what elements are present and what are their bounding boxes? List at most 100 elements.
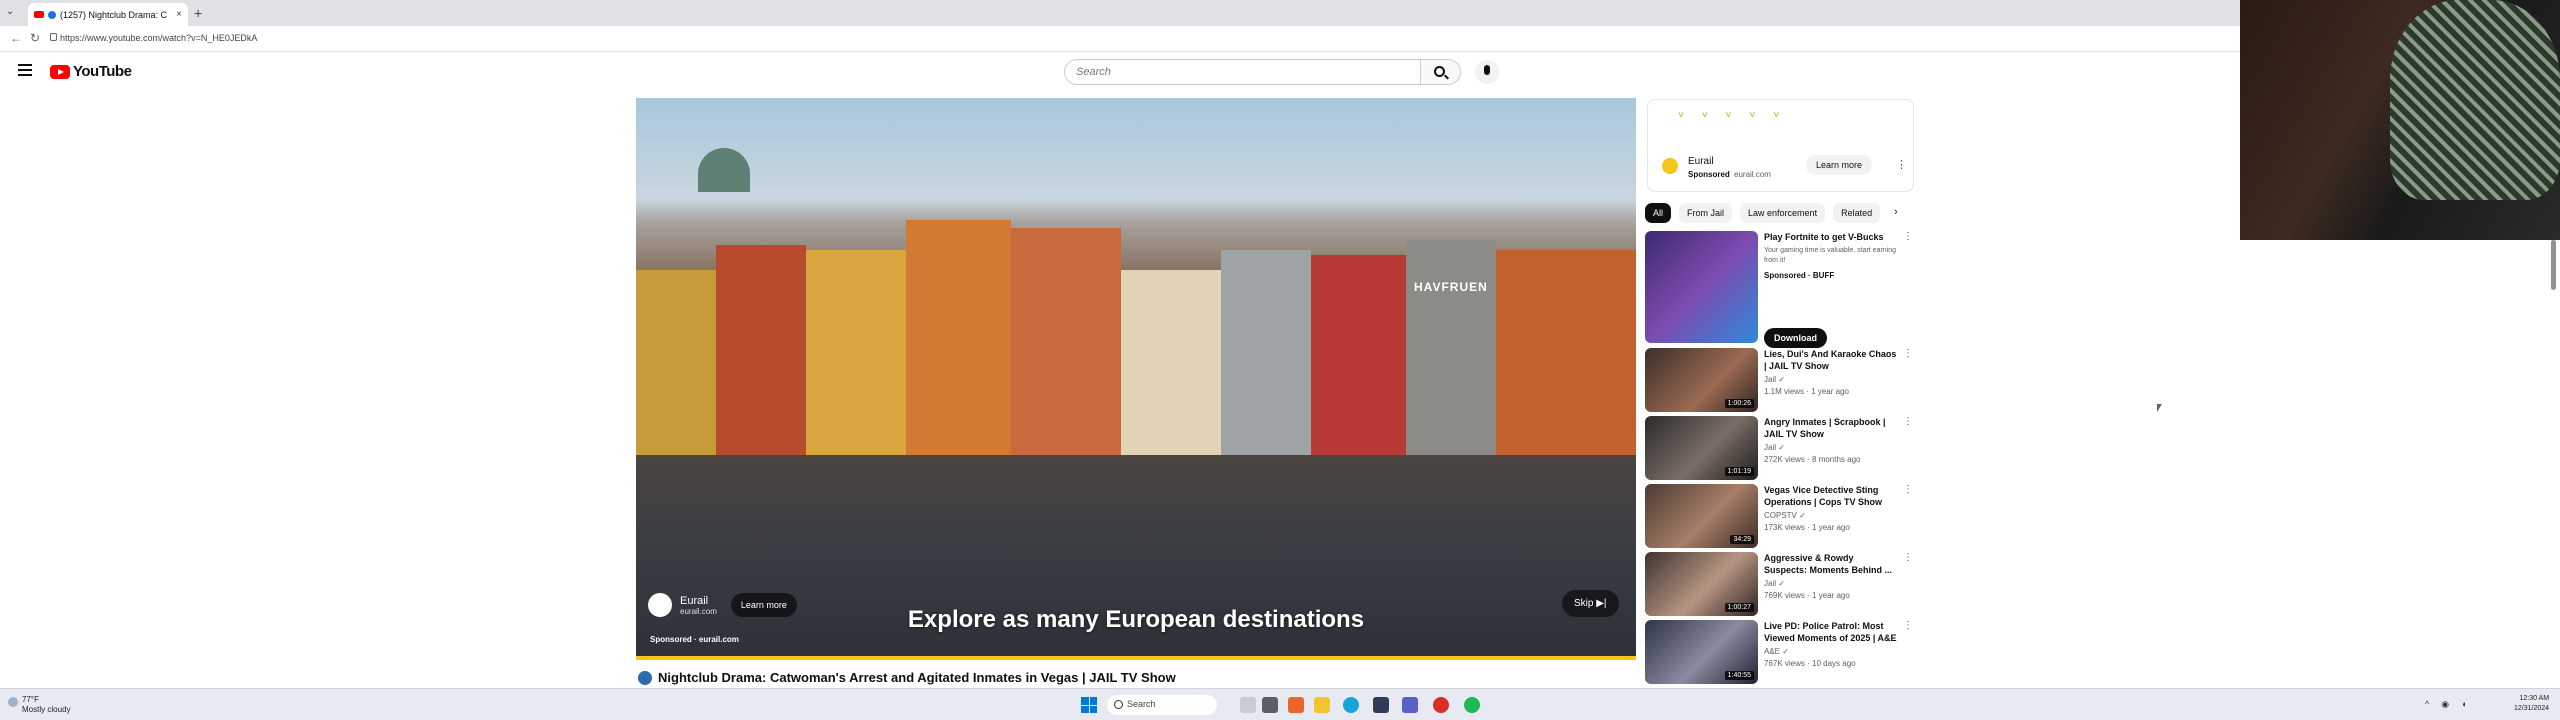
sponsored-label: Sponsored · eurail.com: [650, 635, 739, 644]
task-view-icon[interactable]: [1240, 697, 1256, 713]
channel-avatar-icon[interactable]: [638, 670, 652, 685]
tab-menu-chevron-icon[interactable]: ⌄: [6, 6, 14, 17]
list-item[interactable]: 1:01:19 Angry Inmates | Scrapbook | JAIL…: [1645, 416, 1915, 481]
video-thumbnail[interactable]: 1:00:27: [1645, 552, 1758, 616]
teams-icon[interactable]: [1402, 697, 1418, 713]
scrollbar-thumb[interactable]: [2551, 240, 2556, 290]
video-thumbnail[interactable]: 1:40:55: [1645, 620, 1758, 684]
list-item[interactable]: 1:00:26 Lies, Dui's And Karaoke Chaos | …: [1645, 348, 1915, 413]
widgets-icon[interactable]: [1262, 697, 1278, 713]
spotify-icon[interactable]: [1464, 697, 1480, 713]
video-title[interactable]: Aggressive & Rowdy Suspects: Moments Beh…: [1764, 552, 1899, 576]
duration-badge: 1:40:55: [1724, 671, 1754, 680]
side-ad-sponsored: Sponsored: [1688, 170, 1730, 179]
duration-badge: 1:01:19: [1724, 467, 1754, 476]
menu-icon[interactable]: [18, 64, 32, 76]
url-field[interactable]: https://www.youtube.com/watch?v=N_HE0JED…: [60, 33, 257, 43]
video-title[interactable]: Lies, Dui's And Karaoke Chaos | JAIL TV …: [1764, 348, 1899, 372]
file-explorer-icon[interactable]: [1314, 697, 1330, 713]
system-tray: ^ ◉ ◖: [2425, 699, 2467, 710]
windows-start-icon[interactable]: [1081, 697, 1097, 713]
ad-name: Eurail: [680, 594, 709, 607]
list-item[interactable]: 1:40:55 Live PD: Police Patrol: Most Vie…: [1645, 620, 1915, 685]
weather-temp: 77°F: [22, 695, 39, 704]
lock-icon[interactable]: [50, 33, 57, 41]
voice-search-icon[interactable]: [1475, 60, 1499, 84]
reload-icon[interactable]: ↻: [30, 31, 40, 45]
address-bar: ← ↻ https://www.youtube.com/watch?v=N_HE…: [0, 26, 2240, 52]
video-title[interactable]: Angry Inmates | Scrapbook | JAIL TV Show: [1764, 416, 1899, 440]
side-learn-more-button[interactable]: Learn more: [1806, 155, 1873, 175]
more-options-icon[interactable]: ⋮: [1903, 620, 1913, 631]
weather-widget[interactable]: 77°F Mostly cloudy: [8, 695, 70, 715]
video-title-row: Nightclub Drama: Catwoman's Arrest and A…: [638, 670, 1176, 685]
store-icon[interactable]: [1373, 697, 1389, 713]
youtube-logo[interactable]: YouTube: [50, 63, 132, 80]
chip-from-jail[interactable]: From Jail: [1679, 203, 1733, 223]
building-yellow: [636, 270, 716, 460]
chevron-right-icon[interactable]: ›: [1894, 206, 1898, 218]
video-title[interactable]: Vegas Vice Detective Sting Operations | …: [1764, 484, 1899, 508]
video-thumbnail[interactable]: [1645, 231, 1758, 343]
shop-sign: HAVFRUEN: [1414, 280, 1488, 294]
video-meta: 767K views · 10 days ago: [1764, 659, 1856, 668]
more-options-icon[interactable]: ⋮: [1903, 348, 1913, 359]
download-button[interactable]: Download: [1764, 328, 1827, 348]
search-button[interactable]: [1421, 59, 1461, 85]
back-arrow-icon[interactable]: ←: [10, 31, 22, 45]
new-tab-button[interactable]: +: [194, 5, 202, 21]
video-thumbnail[interactable]: 1:01:19: [1645, 416, 1758, 480]
chip-related[interactable]: Related: [1833, 203, 1881, 223]
list-item[interactable]: Play Fortnite to get V-Bucks Your gaming…: [1645, 231, 1915, 348]
more-options-icon[interactable]: ⋮: [1903, 552, 1913, 563]
list-item[interactable]: 1:00:27 Aggressive & Rowdy Suspects: Mom…: [1645, 552, 1915, 617]
video-title[interactable]: Live PD: Police Patrol: Most Viewed Mome…: [1764, 620, 1899, 644]
building-stone: HAVFRUEN: [1406, 240, 1496, 460]
youtube-play-icon: [50, 64, 70, 79]
duration-badge: 1:00:27: [1724, 603, 1754, 612]
app-icon[interactable]: [1433, 697, 1449, 713]
tab-close-icon[interactable]: ×: [176, 9, 182, 20]
channel-name[interactable]: Jail ✓: [1764, 443, 1785, 452]
search-icon: [1434, 66, 1445, 77]
eurail-logo-icon: [1662, 158, 1678, 174]
side-ad-domain: eurail.com: [1734, 170, 1771, 179]
volume-icon[interactable]: ◖: [2461, 699, 2466, 710]
ad-progress-bar[interactable]: [636, 656, 1636, 660]
video-thumbnail[interactable]: 1:00:26: [1645, 348, 1758, 412]
tab-youtube[interactable]: (1257) Nightclub Drama: C ×: [28, 3, 188, 26]
network-icon[interactable]: ◉: [2441, 699, 2449, 710]
building-red: [716, 245, 806, 460]
search-input[interactable]: Search: [1064, 59, 1421, 85]
church-dome: [698, 148, 750, 192]
youtube-favicon-icon: [34, 11, 44, 18]
channel-name[interactable]: Jail ✓: [1764, 375, 1785, 384]
tab-title: (1257) Nightclub Drama: C: [60, 9, 168, 20]
skip-ad-button[interactable]: Skip ▶|: [1562, 590, 1619, 617]
video-player[interactable]: HAVFRUEN Eurail eurail.com Learn more Sp…: [636, 98, 1636, 660]
building-crimson: [1311, 255, 1406, 460]
companion-ad-card[interactable]: ˅˅˅˅˅ Eurail Sponsored eurail.com Learn …: [1647, 99, 1914, 192]
chevron-up-icon[interactable]: ^: [2425, 699, 2429, 710]
duration-badge: 1:00:26: [1724, 399, 1754, 408]
channel-name[interactable]: A&E ✓: [1764, 647, 1789, 656]
more-options-icon[interactable]: ⋮: [1896, 158, 1907, 171]
channel-name[interactable]: COPSTV ✓: [1764, 511, 1806, 520]
video-meta: 173K views · 1 year ago: [1764, 523, 1850, 532]
channel-name[interactable]: Jail ✓: [1764, 579, 1785, 588]
more-options-icon[interactable]: ⋮: [1903, 231, 1913, 242]
clock[interactable]: 12:30 AM 12/31/2024: [2514, 694, 2549, 714]
video-thumbnail[interactable]: 34:29: [1645, 484, 1758, 548]
edge-browser-icon[interactable]: [1343, 697, 1359, 713]
taskbar-search[interactable]: Search: [1107, 695, 1217, 715]
building-grey: [1221, 250, 1311, 460]
list-item[interactable]: 34:29 Vegas Vice Detective Sting Operati…: [1645, 484, 1915, 549]
ad-overlay-text: Explore as many European destinations: [907, 606, 1365, 633]
video-title[interactable]: Play Fortnite to get V-Bucks: [1764, 231, 1899, 243]
building-orange: [906, 220, 1011, 460]
more-options-icon[interactable]: ⋮: [1903, 416, 1913, 427]
more-options-icon[interactable]: ⋮: [1903, 484, 1913, 495]
chip-all[interactable]: All: [1645, 203, 1672, 223]
chip-law-enforcement[interactable]: Law enforcement: [1740, 203, 1826, 223]
app-icon[interactable]: [1288, 697, 1304, 713]
